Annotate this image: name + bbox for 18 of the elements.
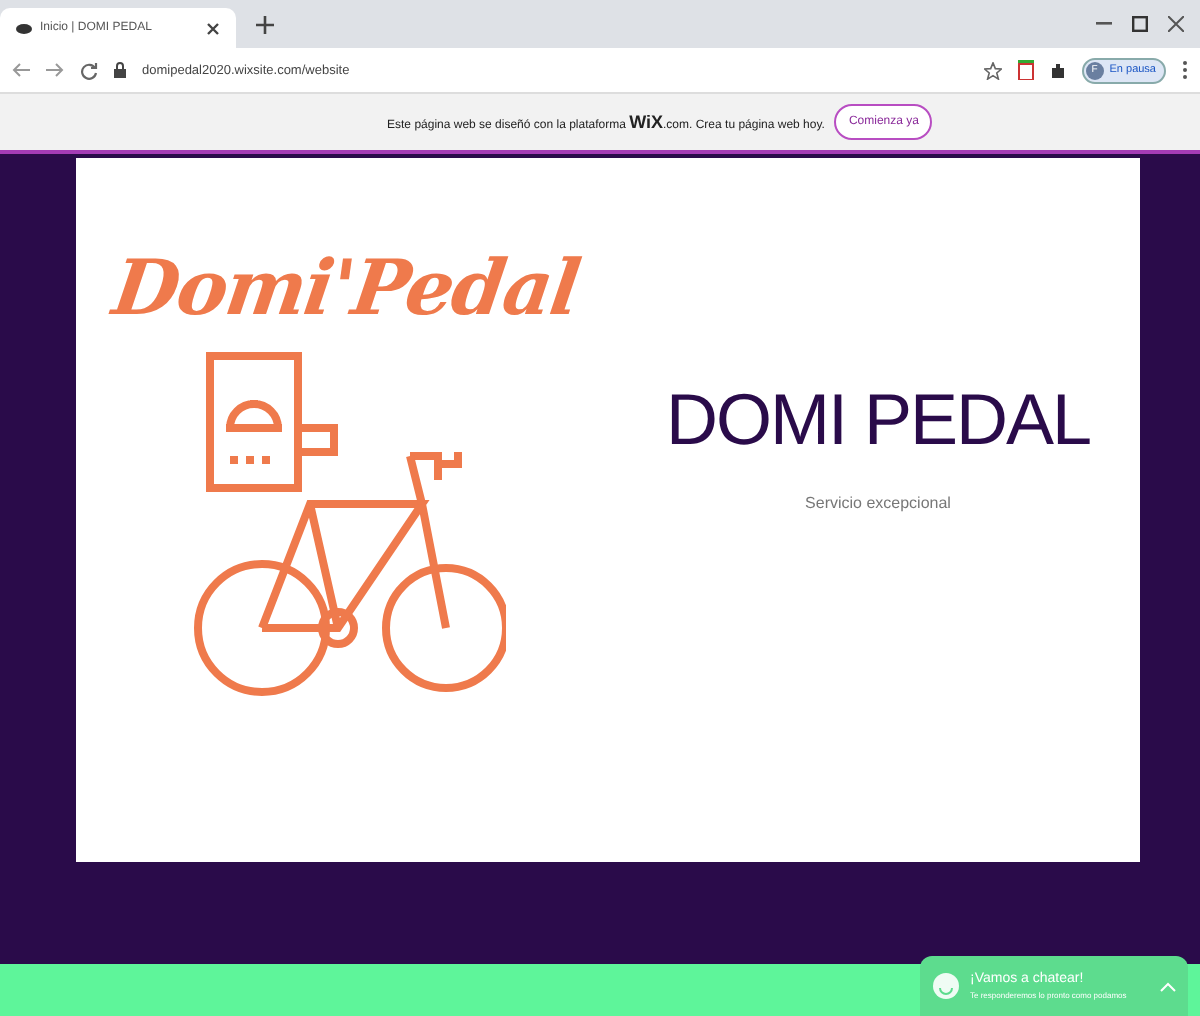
reload-icon[interactable] bbox=[80, 61, 98, 79]
new-tab-icon[interactable] bbox=[256, 15, 274, 33]
lock-icon[interactable] bbox=[114, 62, 126, 78]
puzzle-icon[interactable] bbox=[1049, 61, 1066, 79]
star-icon[interactable] bbox=[983, 61, 1002, 79]
logo-text: Domi'Pedal bbox=[107, 242, 585, 332]
minimize-icon[interactable] bbox=[1096, 22, 1112, 26]
site-title: DOMI PEDAL bbox=[665, 378, 1091, 462]
forward-icon[interactable] bbox=[46, 62, 64, 78]
extension-icon[interactable] bbox=[1017, 60, 1034, 80]
restore-icon[interactable] bbox=[1132, 16, 1148, 32]
close-icon[interactable] bbox=[206, 21, 220, 35]
close-icon[interactable] bbox=[1168, 16, 1184, 32]
site-subtitle: Servicio excepcional bbox=[805, 494, 951, 512]
back-icon[interactable] bbox=[12, 62, 30, 78]
menu-icon[interactable] bbox=[1182, 60, 1188, 80]
site-icon bbox=[16, 23, 32, 33]
smiley-icon bbox=[932, 972, 960, 1000]
